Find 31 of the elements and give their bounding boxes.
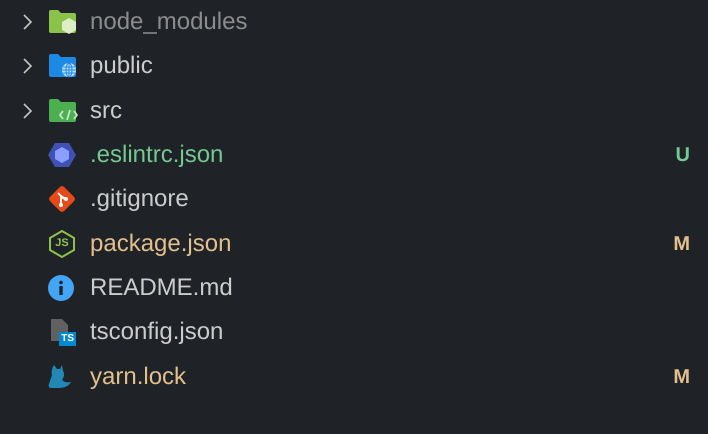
info-icon [48, 274, 74, 301]
file-item[interactable]: .gitignore [0, 177, 708, 222]
file-name: public [90, 54, 153, 78]
folder-icon [48, 53, 78, 80]
file-name: src [90, 98, 122, 123]
hexagon-icon [48, 142, 76, 168]
git-status-label: U [676, 143, 690, 168]
file-name: .gitignore [90, 187, 189, 212]
folder-item[interactable]: node_modules [0, 0, 708, 44]
file-name: node_modules [90, 10, 248, 34]
git-status-label: M [673, 364, 690, 390]
file-item[interactable]: yarn.lock M [0, 354, 708, 399]
file-name: README.md [90, 276, 233, 300]
folder-icon [48, 9, 78, 36]
file-item[interactable]: README.md [0, 266, 708, 310]
file-name: tsconfig.json [90, 320, 224, 344]
folder-item[interactable]: public [0, 44, 708, 89]
folder-icon [48, 98, 78, 124]
file-item[interactable]: TS tsconfig.json [0, 310, 708, 354]
nodejs-icon: JS [48, 230, 76, 258]
chevron-icon[interactable] [22, 57, 34, 76]
chevron-icon[interactable] [22, 102, 34, 120]
cat-icon [48, 362, 74, 391]
git-status-label: M [673, 232, 690, 257]
chevron-icon[interactable] [22, 13, 34, 32]
folder-item[interactable]: src [0, 88, 708, 133]
file-name: package.json [90, 232, 232, 256]
file-item[interactable]: .eslintrc.json U [0, 132, 708, 178]
file-name: yarn.lock [90, 364, 186, 389]
file-item[interactable]: JS package.json M [0, 221, 708, 266]
file-name: .eslintrc.json [90, 143, 224, 168]
